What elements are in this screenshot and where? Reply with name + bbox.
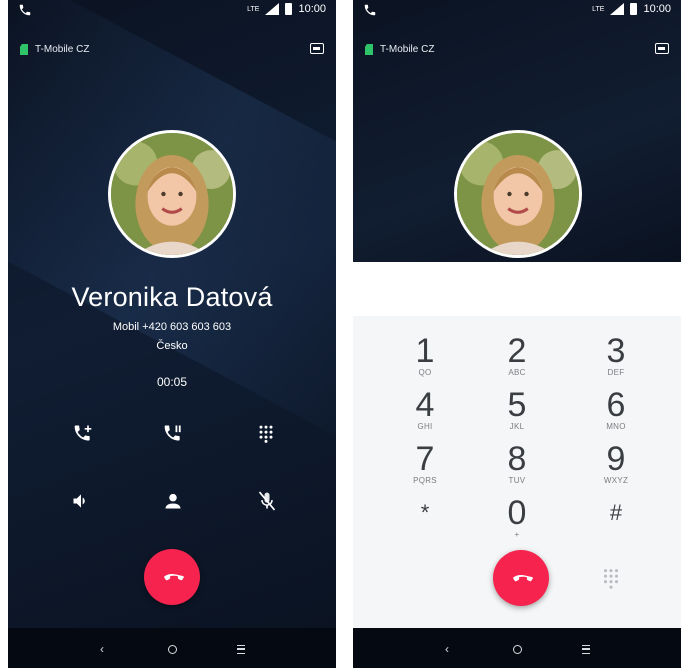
key-2[interactable]: 2 ABC: [482, 334, 552, 377]
dial-input[interactable]: [353, 262, 681, 317]
ongoing-call-icon: [364, 4, 376, 16]
recents-icon: [582, 644, 590, 654]
home-icon: [167, 644, 177, 654]
key-star[interactable]: *: [390, 496, 460, 530]
back-button[interactable]: ‹: [439, 641, 455, 657]
home-button[interactable]: [164, 641, 180, 657]
end-call-button[interactable]: [144, 549, 200, 605]
key-6[interactable]: 6 MNO: [581, 388, 651, 431]
add-call-button[interactable]: [68, 418, 98, 448]
key-9[interactable]: 9 WXYZ: [581, 442, 651, 485]
carrier-name: T-Mobile CZ: [35, 44, 90, 55]
key-7[interactable]: 7 PQRS: [390, 442, 460, 485]
key-1[interactable]: 1 QO: [390, 334, 460, 377]
clock: 10:00: [643, 3, 671, 15]
contact-photo: [457, 133, 579, 255]
add-call-icon: [74, 425, 92, 441]
key-4[interactable]: 4 GHI: [390, 388, 460, 431]
back-button[interactable]: ‹: [94, 641, 110, 657]
hold-icon: [164, 425, 181, 441]
contact-name: Veronika Datová: [71, 282, 273, 312]
home-icon: [512, 644, 522, 654]
keypad-icon: [259, 425, 273, 443]
key-0[interactable]: 0 +: [482, 496, 552, 539]
recents-button[interactable]: [578, 641, 594, 657]
key-5[interactable]: 5 JKL: [482, 388, 552, 431]
contact-photo: [111, 133, 233, 255]
mute-button[interactable]: [252, 486, 282, 516]
contact-avatar: [108, 130, 236, 258]
battery-icon: [630, 3, 638, 15]
contact-country: Česko: [156, 340, 188, 352]
contact-icon: [165, 493, 181, 509]
signal-icon: [265, 3, 280, 15]
network-type: LTE: [247, 5, 260, 13]
keypad-button[interactable]: [251, 418, 281, 448]
home-button[interactable]: [509, 641, 525, 657]
status-bar: LTE 10:00: [8, 0, 336, 24]
contact-avatar: [454, 130, 582, 258]
navigation-bar: ‹: [353, 628, 681, 668]
ongoing-call-icon: [19, 4, 31, 16]
video-card-icon[interactable]: [655, 43, 669, 54]
carrier-name: T-Mobile CZ: [380, 44, 435, 55]
network-type: LTE: [592, 5, 605, 13]
recents-button[interactable]: [233, 641, 249, 657]
hold-button[interactable]: [158, 418, 188, 448]
end-call-button[interactable]: [493, 550, 549, 606]
battery-icon: [285, 3, 293, 15]
sim-icon: [20, 44, 28, 55]
video-card-icon[interactable]: [310, 43, 324, 54]
back-icon: ‹: [445, 642, 449, 656]
speaker-button[interactable]: [66, 486, 96, 516]
carrier-label: T-Mobile CZ: [365, 44, 434, 55]
end-call-icon: [513, 575, 533, 582]
status-icons: LTE 10:00: [592, 3, 671, 15]
hide-dialpad-button[interactable]: [597, 564, 625, 592]
navigation-bar: ‹: [8, 628, 336, 668]
dialpad-icon: [603, 569, 619, 589]
key-hash[interactable]: #: [581, 496, 651, 530]
key-8[interactable]: 8 TUV: [482, 442, 552, 485]
dialpad-screen: LTE 10:00 T-Mobile CZ 1 QO 2 ABC 3 DEF 4 GHI: [353, 0, 681, 668]
key-3[interactable]: 3 DEF: [581, 334, 651, 377]
end-call-icon: [164, 574, 184, 581]
mute-icon: [258, 491, 276, 511]
carrier-label: T-Mobile CZ: [20, 44, 89, 55]
call-timer: 00:05: [156, 375, 188, 389]
contact-number: Mobil +420 603 603 603: [112, 321, 232, 333]
in-call-screen: LTE 10:00 T-Mobile CZ Veronika Datová Mo…: [8, 0, 336, 668]
signal-icon: [610, 3, 625, 15]
speaker-icon: [73, 494, 85, 508]
clock: 10:00: [298, 3, 326, 15]
status-bar: LTE 10:00: [353, 0, 681, 24]
recents-icon: [237, 644, 245, 654]
sim-icon: [365, 44, 373, 55]
contacts-button[interactable]: [158, 486, 188, 516]
back-icon: ‹: [100, 642, 104, 656]
status-icons: LTE 10:00: [247, 3, 326, 15]
